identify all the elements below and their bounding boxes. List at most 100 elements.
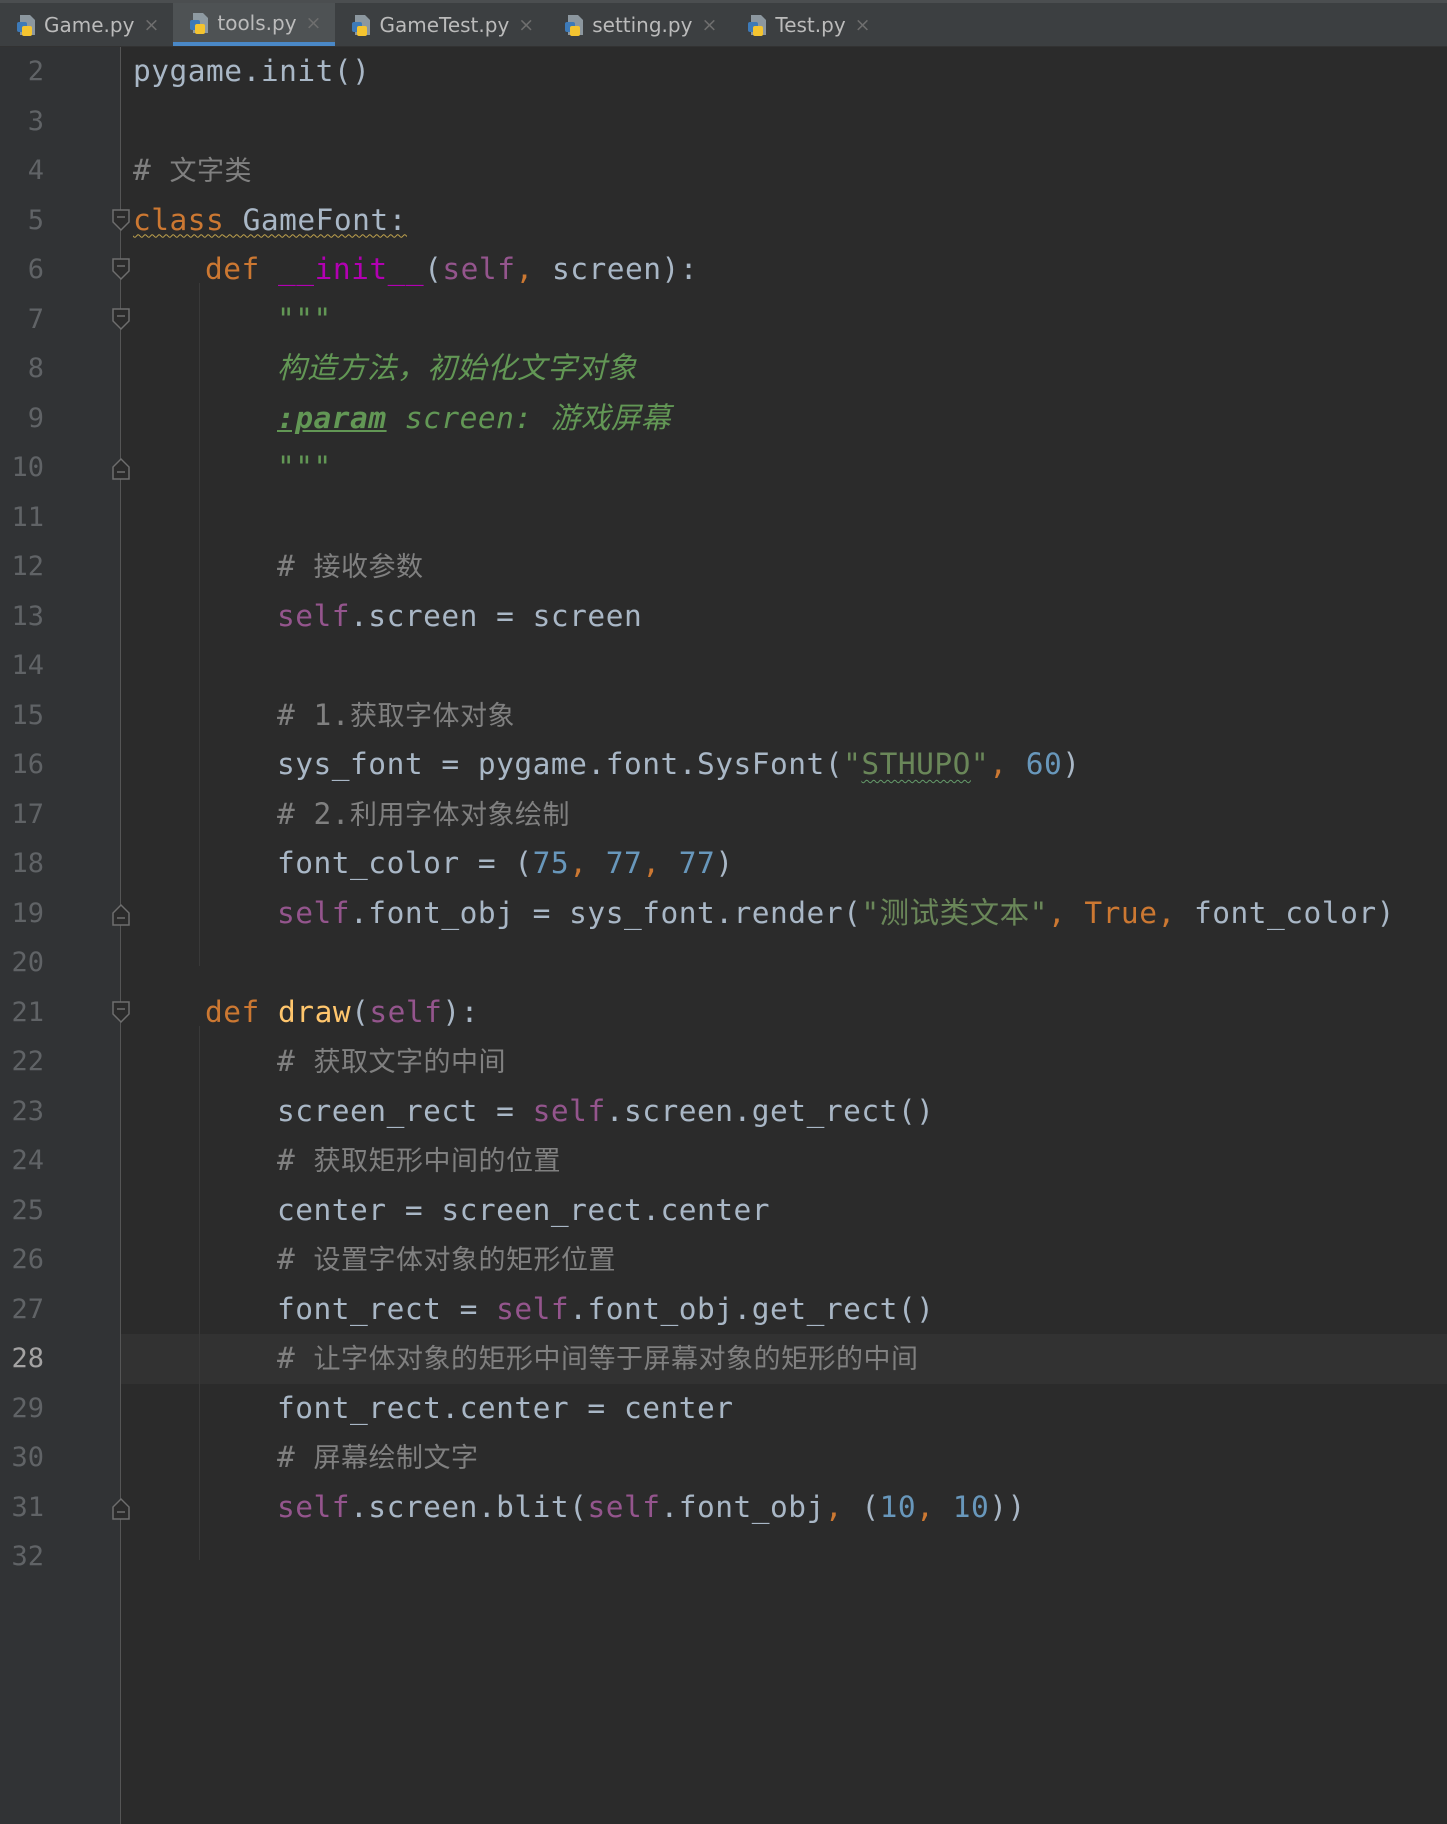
line-number: 9: [27, 402, 44, 434]
tab-label: Test.py: [775, 13, 846, 37]
code-line[interactable]: 31 self.screen.blit(self.font_obj, (10, 1…: [0, 1483, 1447, 1533]
code-text: # 让字体对象的矩形中间等于屏幕对象的矩形的中间: [277, 1334, 919, 1385]
tab-gametest-py[interactable]: GameTest.py ×: [335, 0, 548, 46]
code-token: 获取矩形中间的位置: [313, 1146, 562, 1177]
unfold-end-icon[interactable]: [111, 1495, 131, 1521]
code-line[interactable]: 20: [0, 938, 1447, 988]
code-line[interactable]: 2 pygame.init(): [0, 47, 1447, 97]
code-line[interactable]: 14: [0, 641, 1447, 691]
close-icon[interactable]: ×: [855, 14, 871, 36]
code-token: #: [133, 153, 170, 187]
code-line[interactable]: 30 # 屏幕绘制文字: [0, 1433, 1447, 1483]
line-number: 20: [11, 947, 44, 978]
code-token: font_rect =: [277, 1291, 497, 1326]
code-line[interactable]: 23 screen_rect = self.screen.get_rect(): [0, 1087, 1447, 1137]
tab-setting-py[interactable]: setting.py ×: [548, 0, 731, 46]
code-text: # 获取文字的中间: [277, 1037, 506, 1088]
line-number: 12: [11, 551, 44, 582]
close-icon[interactable]: ×: [143, 14, 159, 36]
code-token: self: [277, 598, 351, 633]
line-number: 16: [11, 749, 44, 780]
code-line[interactable]: 11: [0, 493, 1447, 543]
code-line[interactable]: 27 font_rect = self.font_obj.get_rect(): [0, 1285, 1447, 1335]
code-line[interactable]: 10 """: [0, 443, 1447, 493]
code-line[interactable]: 12 # 接收参数: [0, 542, 1447, 592]
code-text: font_rect = self.font_obj.get_rect(): [277, 1285, 934, 1335]
code-line[interactable]: 7 """: [0, 295, 1447, 345]
code-token: "测试类文本": [861, 895, 1048, 930]
python-file-icon: [747, 13, 769, 37]
code-text: font_color = (75, 77, 77): [277, 839, 734, 889]
tab-label: Game.py: [44, 13, 135, 37]
unfold-end-icon[interactable]: [111, 901, 131, 927]
code-line[interactable]: 9:param screen: 游戏屏幕: [0, 394, 1447, 444]
code-token: self: [587, 1489, 661, 1524]
python-file-icon: [564, 13, 586, 37]
code-text: """: [277, 443, 332, 493]
code-line[interactable]: 16 sys_font = pygame.font.SysFont("STHUPO…: [0, 740, 1447, 790]
code-line[interactable]: 17 # 2.利用字体对象绘制: [0, 790, 1447, 840]
code-text: # 屏幕绘制文字: [277, 1433, 479, 1484]
code-token: ": [970, 747, 990, 781]
tab-game-py[interactable]: Game.py ×: [0, 0, 173, 46]
code-line[interactable]: 8 构造方法，初始化文字对象: [0, 344, 1447, 394]
code-line[interactable]: 15 # 1.获取字体对象: [0, 691, 1447, 741]
code-text: """: [277, 295, 332, 345]
line-number: 27: [11, 1293, 44, 1325]
close-icon[interactable]: ×: [701, 14, 717, 36]
close-icon[interactable]: ×: [306, 12, 322, 34]
fold-marker-icon[interactable]: [111, 208, 131, 234]
code-token: 77: [678, 846, 716, 880]
code-token: 10: [952, 1489, 990, 1524]
python-file-icon: [16, 13, 38, 37]
code-line[interactable]: 13 self.screen = screen: [0, 592, 1447, 642]
fold-marker-icon[interactable]: [111, 257, 131, 283]
line-number: 6: [27, 254, 44, 285]
code-text: class GameFont:: [133, 196, 407, 246]
code-text: center = screen_rect.center: [277, 1186, 770, 1236]
tab-test-py[interactable]: Test.py ×: [731, 0, 884, 46]
code-line[interactable]: 4 # 文字类: [0, 146, 1447, 196]
code-token: #: [277, 1341, 314, 1375]
code-token: # 1.: [277, 697, 351, 732]
code-line[interactable]: 5 class GameFont:: [0, 196, 1447, 246]
code-token: 获取文字的中间: [313, 1047, 507, 1078]
code-line[interactable]: 21 def draw(self):: [0, 988, 1447, 1038]
code-line[interactable]: 32: [0, 1532, 1447, 1582]
code-token: .screen.blit(: [350, 1489, 588, 1524]
code-token: self: [277, 895, 351, 930]
tab-tools-py[interactable]: tools.py ×: [173, 0, 336, 46]
code-line[interactable]: 19 self.font_obj = sys_font.render("测试类文本…: [0, 889, 1447, 939]
code-token: ,: [515, 252, 552, 286]
code-token: center = screen_rect.center: [277, 1192, 771, 1227]
code-line[interactable]: 6 def __init__(self, screen):: [0, 245, 1447, 295]
close-icon[interactable]: ×: [518, 14, 534, 36]
code-token: sys_font = pygame.font.SysFont(: [277, 747, 844, 781]
code-token: True: [1084, 895, 1158, 930]
code-token: __init__: [278, 252, 425, 286]
code-token: self: [369, 994, 443, 1029]
tab-label: GameTest.py: [379, 13, 510, 37]
code-line[interactable]: 18 font_color = (75, 77, 77): [0, 839, 1447, 889]
code-editor[interactable]: 2 pygame.init() 3 4 # 文字类 5 class GameFont: 6 de…: [0, 47, 1447, 1824]
fold-marker-icon[interactable]: [111, 1000, 131, 1026]
unfold-end-icon[interactable]: [111, 455, 131, 481]
code-line[interactable]: 3: [0, 97, 1447, 147]
code-token: ,: [916, 1489, 953, 1524]
code-token: 构造方法，初始化文字对象: [277, 351, 638, 385]
code-line[interactable]: 29 font_rect.center = center: [0, 1384, 1447, 1434]
code-line[interactable]: 22 # 获取文字的中间: [0, 1037, 1447, 1087]
code-line[interactable]: 26 # 设置字体对象的矩形位置: [0, 1235, 1447, 1285]
code-line[interactable]: 24 # 获取矩形中间的位置: [0, 1136, 1447, 1186]
indent-guide: [199, 283, 200, 966]
fold-marker-icon[interactable]: [111, 307, 131, 333]
code-token: self: [442, 252, 516, 286]
code-text: screen_rect = self.screen.get_rect(): [277, 1087, 934, 1137]
line-number: 31: [11, 1491, 44, 1523]
code-line[interactable]: 28 # 让字体对象的矩形中间等于屏幕对象的矩形的中间: [0, 1334, 1447, 1384]
code-line[interactable]: 25 center = screen_rect.center: [0, 1186, 1447, 1236]
code-token: """: [277, 301, 332, 336]
code-token: 75: [532, 846, 570, 880]
line-number: 23: [11, 1095, 44, 1127]
line-number: 25: [11, 1194, 44, 1226]
